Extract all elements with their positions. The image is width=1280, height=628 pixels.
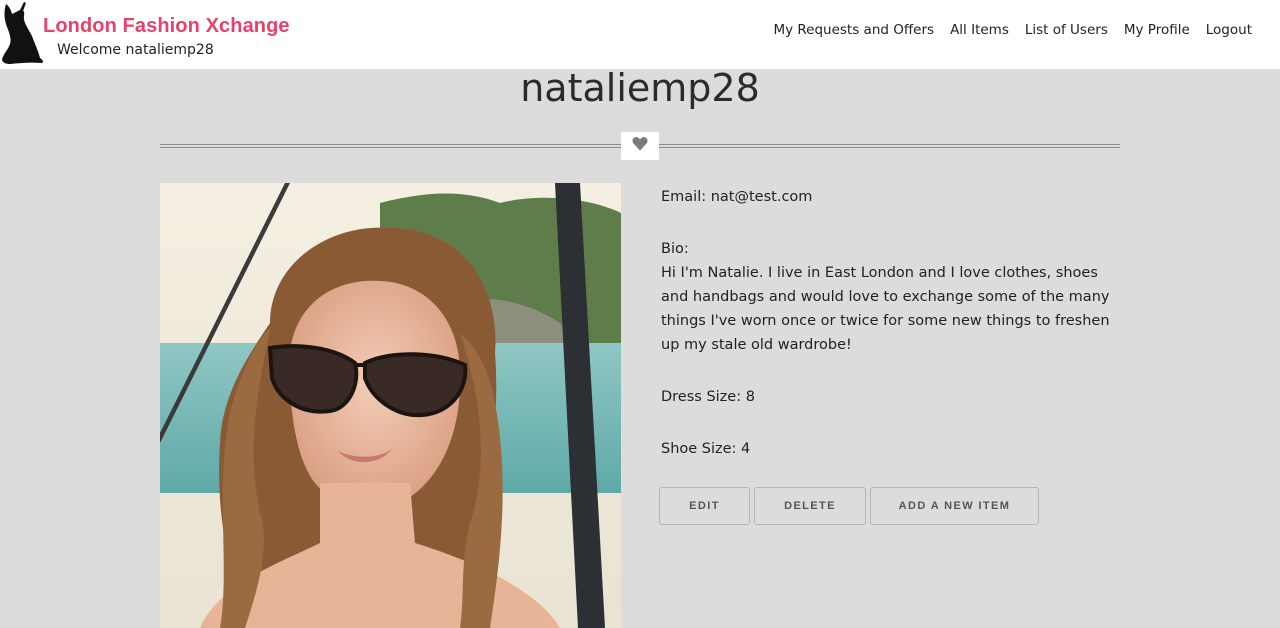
- add-new-item-button[interactable]: ADD A NEW ITEM: [870, 487, 1039, 525]
- fashion-silhouette-logo-icon[interactable]: [0, 0, 44, 66]
- profile-details: Email: nat@test.com Bio: Hi I'm Natalie.…: [661, 185, 1111, 461]
- nav-logout[interactable]: Logout: [1206, 22, 1252, 38]
- navbar: London Fashion Xchange Welcome nataliemp…: [0, 0, 1280, 69]
- page-title: nataliemp28: [520, 66, 760, 110]
- dress-size-text: Dress Size: 8: [661, 389, 755, 405]
- divider-heart: [621, 132, 659, 160]
- nav-my-requests-and-offers[interactable]: My Requests and Offers: [773, 22, 934, 38]
- delete-button[interactable]: DELETE: [754, 487, 866, 525]
- brand-link[interactable]: London Fashion Xchange: [43, 15, 290, 38]
- main-nav: My Requests and Offers All Items List of…: [773, 22, 1252, 38]
- bio-text: Hi I'm Natalie. I live in East London an…: [661, 265, 1110, 353]
- email-text: Email: nat@test.com: [661, 189, 813, 205]
- welcome-text: Welcome nataliemp28: [57, 42, 214, 58]
- shoe-size-text: Shoe Size: 4: [661, 441, 751, 457]
- nav-list-of-users[interactable]: List of Users: [1025, 22, 1108, 38]
- bio-label: Bio:: [661, 241, 689, 257]
- nav-my-profile[interactable]: My Profile: [1124, 22, 1190, 38]
- profile-actions: EDIT DELETE ADD A NEW ITEM: [659, 487, 1039, 525]
- heart-icon: [632, 136, 648, 156]
- edit-button[interactable]: EDIT: [659, 487, 750, 525]
- profile-photo: [160, 183, 621, 628]
- nav-all-items[interactable]: All Items: [950, 22, 1009, 38]
